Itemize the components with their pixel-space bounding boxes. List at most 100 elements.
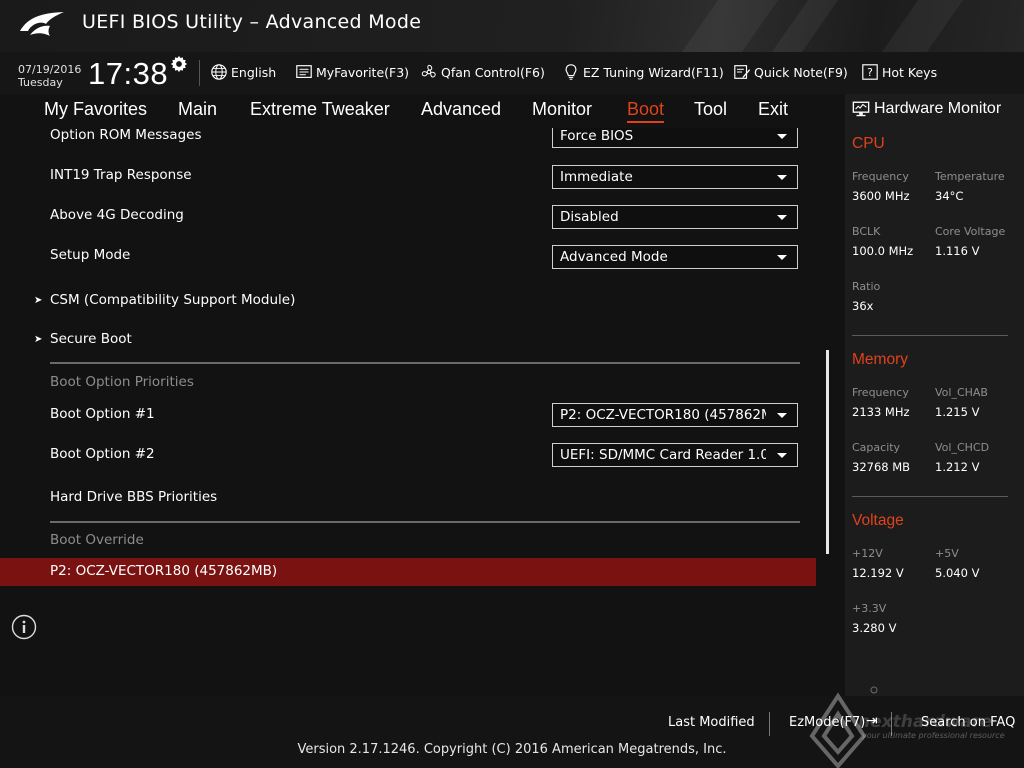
boot-option-1-select[interactable]: P2: OCZ-VECTOR180 (457862MB) [552, 403, 798, 427]
toolbar-divider [199, 60, 200, 86]
last-modified-button[interactable]: Last Modified [668, 715, 755, 730]
hw-section-divider [852, 335, 1008, 336]
above-4g-decoding-select[interactable]: Disabled [552, 205, 798, 229]
core-voltage-label: Core Voltage [935, 225, 1006, 238]
tab-extreme-tweaker[interactable]: Extreme Tweaker [250, 99, 390, 120]
setup-mode-label: Setup Mode [50, 247, 131, 263]
hot-keys-label: Hot Keys [882, 64, 938, 80]
bclk-value: 100.0 MHz [852, 244, 914, 258]
scrollbar[interactable] [826, 350, 829, 554]
v5-value: 5.040 V [935, 566, 980, 580]
title-bar-stripe [881, 0, 964, 52]
tab-monitor[interactable]: Monitor [532, 99, 592, 120]
cpu-frequency-value: 3600 MHz [852, 189, 910, 203]
bclk-label: BCLK [852, 225, 881, 238]
hardware-monitor-title: Hardware Monitor [874, 100, 1002, 117]
voltage-section-title: Voltage [852, 512, 904, 529]
cpu-section-title: CPU [852, 135, 885, 152]
hard-drive-bbs-priorities-link[interactable]: Hard Drive BBS Priorities [50, 489, 217, 505]
int19-trap-response-value: Immediate [560, 169, 633, 185]
caret-down-icon [777, 413, 787, 418]
menu-tabs: My Favorites Main Extreme Tweaker Advanc… [0, 94, 845, 128]
memory-section-title: Memory [852, 351, 908, 368]
lightbulb-icon [565, 64, 577, 80]
boot-option-2-label: Boot Option #2 [50, 446, 155, 462]
hardware-monitor-header: Hardware Monitor [852, 100, 1001, 118]
copyright-text: Version 2.17.1246. Copyright (C) 2016 Am… [297, 742, 727, 757]
watermark-text: nexthardware [858, 712, 992, 732]
vol-chab-label: Vol_CHAB [935, 386, 988, 399]
cpu-temperature-label: Temperature [935, 170, 1005, 183]
v33-label: +3.3V [852, 602, 887, 615]
v5-label: +5V [935, 547, 959, 560]
caret-down-icon [777, 453, 787, 458]
above-4g-decoding-value: Disabled [560, 209, 619, 225]
qfan-control-label: Qfan Control(F6) [441, 64, 545, 80]
myfavorite-label: MyFavorite(F3) [316, 64, 410, 80]
title-bar-stripe [681, 0, 779, 52]
quick-note-button[interactable]: Quick Note(F9) [733, 62, 848, 82]
boot-option-1-value: P2: OCZ-VECTOR180 (457862MB) [560, 407, 766, 423]
ratio-value: 36x [852, 299, 874, 313]
v12-label: +12V [852, 547, 883, 560]
hardware-monitor-panel: Hardware Monitor CPU Frequency 3600 MHz … [845, 94, 1024, 696]
vol-chab-value: 1.215 V [935, 405, 980, 419]
day-text: Tuesday [18, 76, 63, 89]
option-rom-messages-select[interactable]: Force BIOS [552, 128, 798, 148]
date-display: 07/19/2016 Tuesday [18, 63, 81, 89]
ezmode-button[interactable]: EzMode(F7) [789, 715, 865, 730]
secure-boot-submenu-link[interactable]: Secure Boot [50, 331, 132, 347]
option-rom-messages-value: Force BIOS [560, 128, 634, 144]
v12-value: 12.192 V [852, 566, 904, 580]
boot-option-1-label: Boot Option #1 [50, 406, 155, 422]
title-bar: UEFI BIOS Utility – Advanced Mode [0, 0, 1024, 52]
csm-submenu-link[interactable]: CSM (Compatibility Support Module) [50, 292, 295, 308]
section-divider [50, 362, 800, 364]
myfavorite-button[interactable]: MyFavorite(F3) [295, 62, 409, 82]
gear-icon[interactable] [170, 55, 188, 73]
memory-capacity-label: Capacity [852, 441, 901, 454]
vol-chcd-label: Vol_CHCD [935, 441, 990, 454]
int19-trap-response-select[interactable]: Immediate [552, 165, 798, 189]
caret-down-icon [777, 175, 787, 180]
above-4g-decoding-label: Above 4G Decoding [50, 207, 184, 223]
ez-tuning-wizard-button[interactable]: EZ Tuning Wizard(F11) [562, 62, 724, 82]
info-icon[interactable] [11, 614, 37, 640]
language-button[interactable]: English [210, 62, 276, 82]
boot-option-2-select[interactable]: UEFI: SD/MMC Card Reader 1.00 [552, 443, 798, 467]
tab-main[interactable]: Main [178, 99, 217, 120]
caret-down-icon [777, 215, 787, 220]
hot-keys-button[interactable]: ? Hot Keys [861, 62, 937, 82]
qfan-control-button[interactable]: Qfan Control(F6) [420, 62, 545, 82]
favorite-list-icon [296, 65, 312, 78]
setup-mode-select[interactable]: Advanced Mode [552, 245, 798, 269]
v33-value: 3.280 V [852, 621, 897, 635]
int19-trap-response-label: INT19 Trap Response [50, 167, 192, 183]
footer-divider [769, 712, 770, 736]
boot-override-item-label: P2: OCZ-VECTOR180 (457862MB) [50, 563, 278, 579]
option-rom-messages-label: Option ROM Messages [50, 128, 202, 143]
cpu-frequency-label: Frequency [852, 170, 909, 183]
tab-exit[interactable]: Exit [758, 99, 788, 120]
boot-option-priorities-heading: Boot Option Priorities [50, 374, 194, 390]
vol-chcd-value: 1.212 V [935, 460, 980, 474]
tab-my-favorites[interactable]: My Favorites [44, 99, 147, 120]
memory-capacity-value: 32768 MB [852, 460, 911, 474]
boot-override-item[interactable]: P2: OCZ-VECTOR180 (457862MB) [0, 558, 816, 586]
caret-down-icon [777, 255, 787, 260]
submenu-arrow-icon: ➤ [34, 295, 43, 306]
svg-text:?: ? [867, 66, 873, 79]
app-title: UEFI BIOS Utility – Advanced Mode [82, 11, 422, 33]
globe-icon [211, 64, 227, 80]
memory-frequency-label: Frequency [852, 386, 909, 399]
title-bar-stripe [771, 0, 839, 52]
boot-option-2-value: UEFI: SD/MMC Card Reader 1.00 [560, 447, 766, 463]
fan-icon [421, 64, 436, 78]
note-icon [734, 65, 751, 79]
tab-tool[interactable]: Tool [694, 99, 727, 120]
tab-boot[interactable]: Boot [627, 99, 665, 123]
ez-tuning-wizard-label: EZ Tuning Wizard(F11) [583, 64, 724, 80]
tab-advanced[interactable]: Advanced [421, 99, 501, 120]
hw-section-divider [852, 496, 1008, 497]
rog-logo-icon [20, 12, 64, 36]
